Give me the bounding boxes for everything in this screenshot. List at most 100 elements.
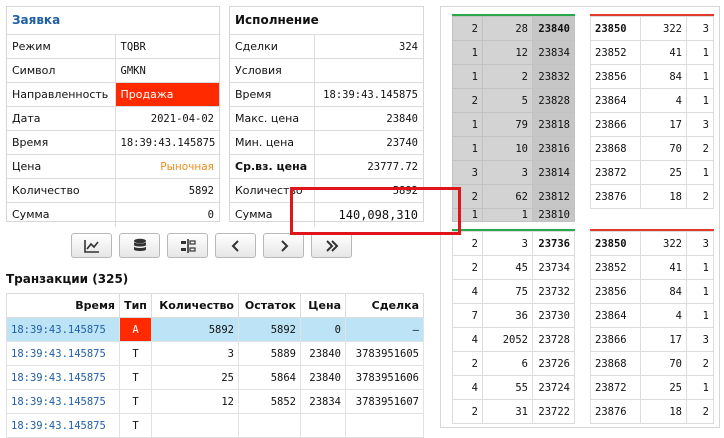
book-row[interactable]: 23876 18 2 <box>590 399 714 424</box>
book-row[interactable]: 4 75 23732 <box>452 279 575 304</box>
execution-row: Мин. цена 23740 <box>230 130 423 155</box>
order-value-mode: TQBR <box>114 34 219 59</box>
table-row[interactable]: 18:39:43.145875 T <box>6 413 424 438</box>
book-row[interactable]: 1 2 23832 <box>452 64 575 89</box>
col-header-quantity[interactable]: Количество <box>151 293 239 318</box>
execution-row: Время 18:39:43.145875 <box>230 82 423 107</box>
book-volume: 322 <box>640 16 687 41</box>
book-row[interactable]: 2 31 23722 <box>452 399 575 424</box>
book-row[interactable]: 23868 70 2 <box>590 136 714 161</box>
book-price: 23832 <box>532 64 575 89</box>
col-header-price[interactable]: Цена <box>300 293 346 318</box>
book-row[interactable]: 1 12 23834 <box>452 40 575 65</box>
book-row[interactable]: 2 28 23840 <box>452 16 575 41</box>
book-row[interactable]: 23864 4 1 <box>590 303 714 328</box>
toolbar <box>71 233 352 260</box>
chart-button[interactable] <box>71 233 112 258</box>
book-price: 23828 <box>532 88 575 113</box>
book-volume: 18 <box>640 399 687 424</box>
book-top-right: 23850 322 3 23852 41 1 23856 84 1 23864 4 1 2386… <box>590 16 714 209</box>
book-price: 23730 <box>532 303 575 328</box>
book-count: 1 <box>452 112 483 137</box>
book-price: 23812 <box>532 184 575 209</box>
cell-trade: 3783951605 <box>345 341 424 366</box>
execution-title: Исполнение <box>235 13 319 27</box>
book-row[interactable]: 23856 84 1 <box>590 279 714 304</box>
book-volume: 5 <box>482 88 533 113</box>
book-price: 23876 <box>590 399 641 424</box>
book-row[interactable]: 2 3 23736 <box>452 231 575 256</box>
book-row[interactable]: 2 45 23734 <box>452 255 575 280</box>
cell-type: T <box>119 365 152 390</box>
book-count: 4 <box>452 327 483 352</box>
book-row[interactable]: 23866 17 3 <box>590 327 714 352</box>
book-volume: 55 <box>482 375 533 400</box>
col-header-type[interactable]: Тип <box>119 293 152 318</box>
execution-value-vwap: 23777.72 <box>313 154 423 179</box>
book-count: 1 <box>686 375 714 400</box>
database-button[interactable] <box>119 233 160 258</box>
book-row[interactable]: 23866 17 3 <box>590 112 714 137</box>
book-row[interactable]: 3 3 23814 <box>452 160 575 185</box>
cell-price <box>300 413 346 438</box>
book-row[interactable]: 2 5 23828 <box>452 88 575 113</box>
col-header-trade[interactable]: Сделка <box>345 293 424 318</box>
execution-label: Ср.вз. цена <box>230 154 314 179</box>
book-row[interactable]: 23850 322 3 <box>590 231 714 256</box>
book-price: 23856 <box>590 64 641 89</box>
order-row: Символ GMKN <box>7 58 219 83</box>
book-count: 2 <box>452 16 483 41</box>
order-label: Сумма <box>7 202 115 227</box>
book-row[interactable]: 23872 25 1 <box>590 160 714 185</box>
book-row[interactable]: 23872 25 1 <box>590 375 714 400</box>
book-volume: 84 <box>640 64 687 89</box>
last-button[interactable] <box>311 233 352 258</box>
book-row[interactable]: 1 1 23810 <box>452 208 575 222</box>
execution-panel: Исполнение Сделки 324 Условия Время 18:39:… <box>229 6 424 227</box>
execution-value-time: 18:39:43.145875 <box>313 82 423 107</box>
book-price: 23852 <box>590 255 641 280</box>
order-row: Направленность Продажа <box>7 82 219 107</box>
cell-remaining: 5889 <box>238 341 301 366</box>
book-row[interactable]: 4 2052 23728 <box>452 327 575 352</box>
execution-label: Сделки <box>230 34 314 59</box>
book-row[interactable]: 4 55 23724 <box>452 375 575 400</box>
book-row[interactable]: 7 36 23730 <box>452 303 575 328</box>
prev-button[interactable] <box>215 233 256 258</box>
table-header: Время Тип Количество Остаток Цена Сделка <box>6 293 424 318</box>
order-label: Символ <box>7 58 115 83</box>
book-price: 23868 <box>590 351 641 376</box>
execution-value-sum: 140,098,310 <box>313 202 423 227</box>
order-title: Заявка <box>12 13 61 27</box>
order-label: Количество <box>7 178 115 203</box>
book-row[interactable]: 23868 70 2 <box>590 351 714 376</box>
book-volume: 41 <box>640 255 687 280</box>
table-row[interactable]: 18:39:43.145875 T 3 5889 23840 378395160… <box>6 341 424 366</box>
col-header-remaining[interactable]: Остаток <box>238 293 301 318</box>
book-count: 3 <box>686 16 714 41</box>
book-volume: 3 <box>482 160 533 185</box>
col-header-time[interactable]: Время <box>6 293 120 318</box>
table-row[interactable]: 18:39:43.145875 A 5892 5892 0 – <box>6 317 424 342</box>
book-row[interactable]: 23850 322 3 <box>590 16 714 41</box>
book-price: 23816 <box>532 136 575 161</box>
book-row[interactable]: 1 79 23818 <box>452 112 575 137</box>
book-row[interactable]: 1 10 23816 <box>452 136 575 161</box>
book-row[interactable]: 23852 41 1 <box>590 255 714 280</box>
table-row[interactable]: 18:39:43.145875 T 25 5864 23840 37839516… <box>6 365 424 390</box>
book-row[interactable]: 2 6 23726 <box>452 351 575 376</box>
book-row[interactable]: 23864 4 1 <box>590 88 714 113</box>
split-button[interactable] <box>167 233 208 258</box>
book-row[interactable]: 23876 18 2 <box>590 184 714 209</box>
book-row[interactable]: 23852 41 1 <box>590 40 714 65</box>
cell-trade: 3783951606 <box>345 365 424 390</box>
next-button[interactable] <box>263 233 304 258</box>
order-value-direction: Продажа <box>114 82 219 107</box>
book-volume: 70 <box>640 351 687 376</box>
table-row[interactable]: 18:39:43.145875 T 12 5852 23834 37839516… <box>6 389 424 414</box>
book-row[interactable]: 23856 84 1 <box>590 64 714 89</box>
line-chart-icon <box>83 239 99 253</box>
book-price: 23736 <box>532 231 575 256</box>
book-count: 1 <box>452 136 483 161</box>
book-row[interactable]: 2 62 23812 <box>452 184 575 209</box>
